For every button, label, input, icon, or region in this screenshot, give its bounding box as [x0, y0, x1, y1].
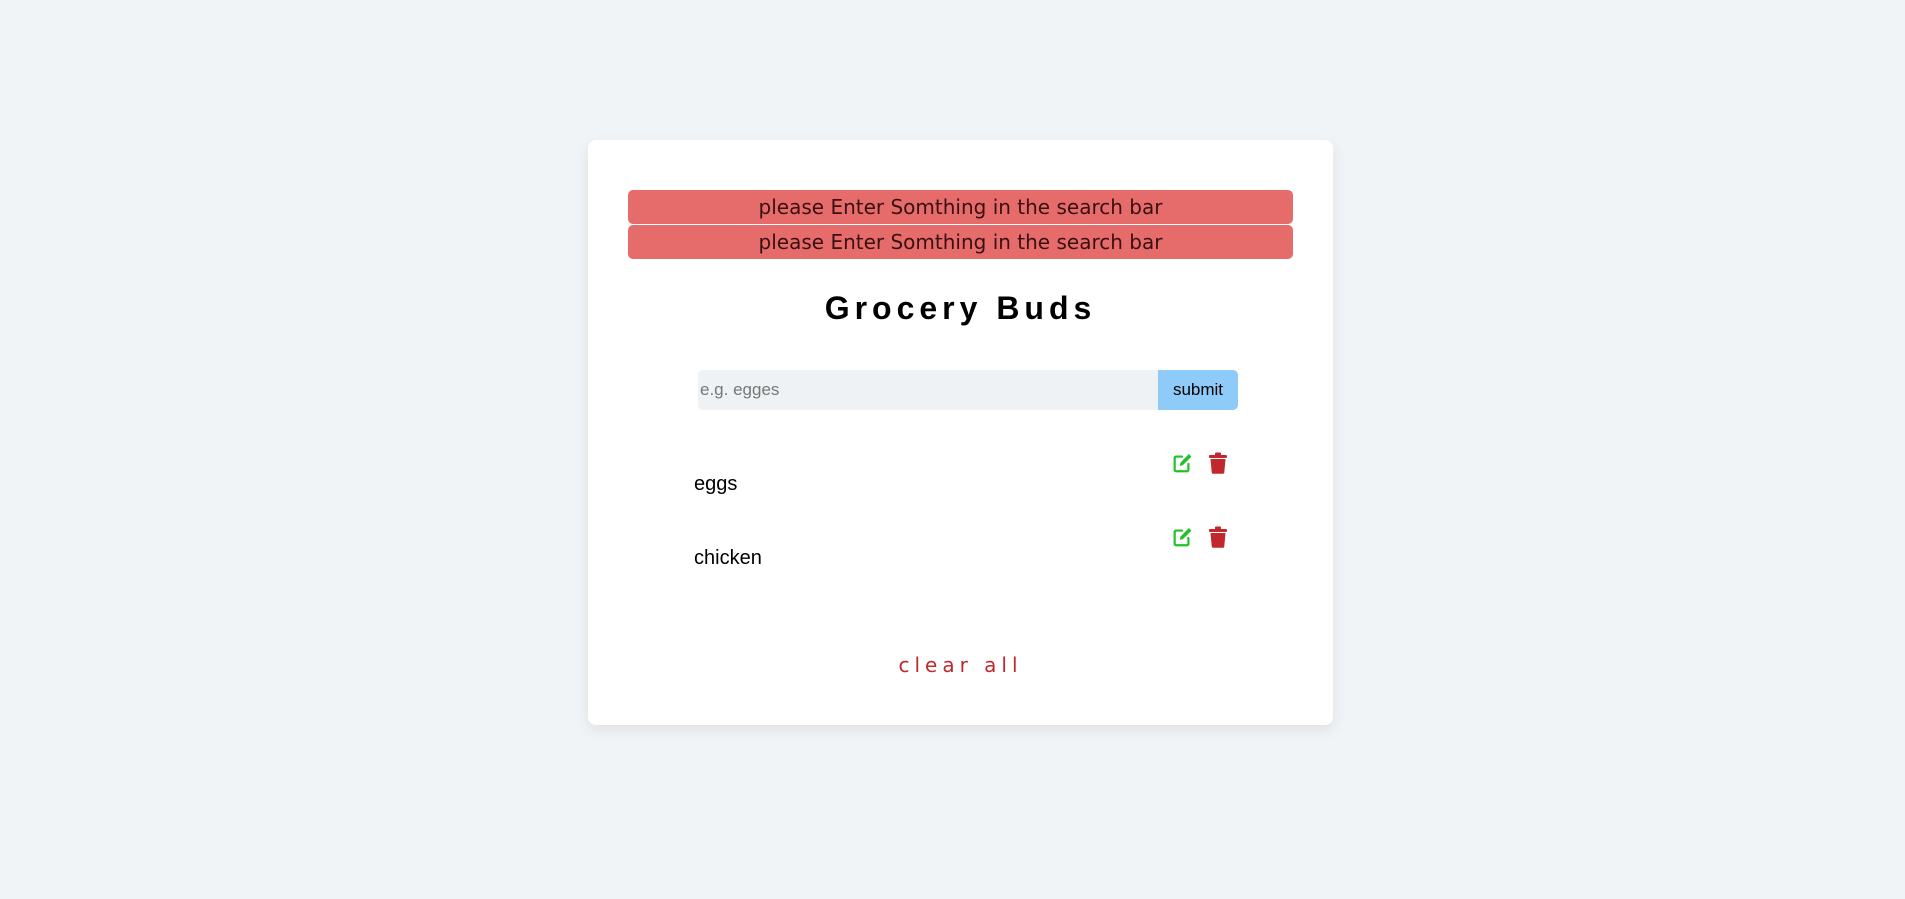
item-name: eggs	[694, 473, 738, 495]
item-actions	[1169, 450, 1230, 475]
alert-message: please Enter Somthing in the search bar	[628, 225, 1293, 259]
clear-all-button[interactable]: clear all	[588, 653, 1333, 677]
submit-button[interactable]: submit	[1158, 370, 1238, 410]
item-name: chicken	[694, 547, 762, 569]
list-item: chicken	[693, 524, 1238, 598]
grocery-form: submit	[698, 370, 1238, 410]
edit-icon[interactable]	[1169, 450, 1194, 475]
grocery-list: eggs chicken	[693, 450, 1238, 598]
alerts: please Enter Somthing in the search bar …	[628, 190, 1293, 260]
page-title: Grocery Buds	[824, 290, 1097, 326]
alert-message: please Enter Somthing in the search bar	[628, 190, 1293, 224]
grocery-input[interactable]	[698, 370, 1158, 410]
grocery-card: please Enter Somthing in the search bar …	[588, 140, 1333, 725]
edit-icon[interactable]	[1169, 524, 1194, 549]
list-item: eggs	[693, 450, 1238, 524]
trash-icon[interactable]	[1205, 450, 1230, 475]
item-actions	[1169, 524, 1230, 549]
trash-icon[interactable]	[1205, 524, 1230, 549]
